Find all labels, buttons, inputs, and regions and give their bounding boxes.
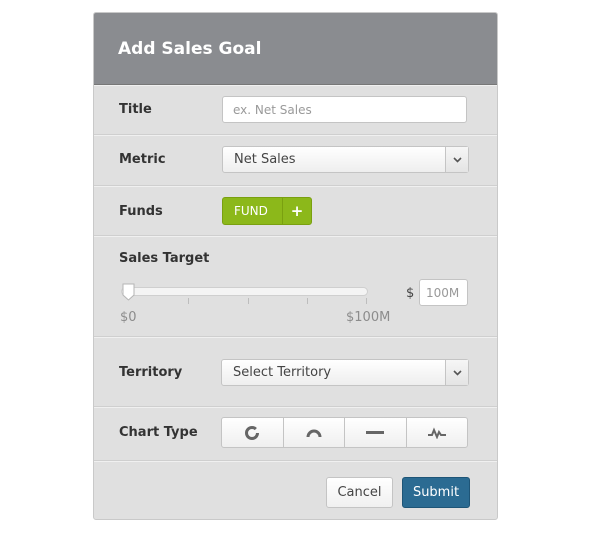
fund-button[interactable]: FUND + [222, 197, 312, 225]
territory-select-value: Select Territory [233, 365, 332, 380]
slider-tick [307, 298, 308, 304]
slider-handle[interactable] [122, 283, 135, 301]
currency-symbol: $ [406, 286, 415, 301]
arc-chart-icon [306, 429, 322, 437]
fund-button-label: FUND [234, 204, 268, 218]
sales-target-input[interactable] [419, 279, 468, 306]
slider-tick [188, 298, 189, 304]
chart-type-label: Chart Type [119, 425, 198, 440]
chart-type-arc-button[interactable] [282, 418, 345, 447]
metric-select[interactable]: Net Sales [222, 146, 469, 173]
dialog-header: Add Sales Goal [94, 13, 497, 85]
plus-icon[interactable]: + [282, 198, 311, 224]
chart-type-bar-button[interactable] [344, 418, 406, 447]
slider-min-label: $0 [120, 310, 137, 325]
territory-row: Territory Select Territory [94, 337, 497, 407]
sales-target-label: Sales Target [119, 251, 210, 266]
sales-target-row: Sales Target $0 $100M $ [94, 236, 497, 337]
funds-row: Funds FUND + [94, 186, 497, 236]
donut-chart-icon [245, 425, 260, 440]
slider-tick [248, 298, 249, 304]
territory-label: Territory [119, 365, 183, 380]
slider-tick [366, 298, 367, 304]
title-input[interactable] [222, 96, 467, 123]
cancel-button[interactable]: Cancel [326, 477, 393, 508]
chevron-down-icon [445, 147, 468, 172]
chart-type-row: Chart Type [94, 407, 497, 461]
chart-type-sparkline-button[interactable] [405, 418, 468, 447]
chart-type-donut-button[interactable] [222, 418, 283, 447]
funds-label: Funds [119, 204, 163, 219]
territory-select[interactable]: Select Territory [221, 359, 469, 386]
dialog-footer: Cancel Submit [94, 461, 497, 519]
slider-max-label: $100M [346, 310, 391, 325]
bar-line-icon [366, 430, 385, 434]
sales-target-slider-track[interactable] [121, 287, 368, 296]
metric-label: Metric [119, 152, 166, 167]
metric-row: Metric Net Sales [94, 135, 497, 186]
title-label: Title [119, 102, 152, 117]
sparkline-icon [427, 426, 446, 439]
chevron-down-icon [445, 360, 468, 385]
chart-type-selector [221, 417, 468, 448]
metric-select-value: Net Sales [234, 152, 296, 167]
submit-button[interactable]: Submit [402, 477, 470, 508]
add-sales-goal-dialog: Add Sales Goal Title Metric Net Sales Fu… [93, 12, 498, 520]
dialog-title: Add Sales Goal [118, 38, 262, 59]
title-row: Title [94, 85, 497, 135]
